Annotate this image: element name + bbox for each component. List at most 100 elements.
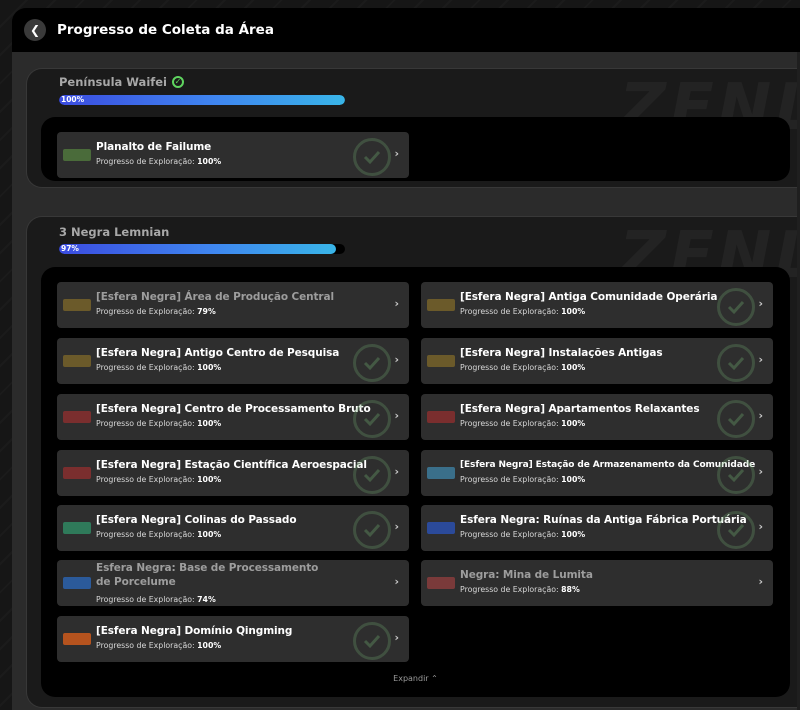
area-card[interactable]: [Esfera Negra] Estação Científica Aeroes…	[57, 450, 409, 496]
exploration-progress: Progresso de Exploração: 100%	[460, 419, 585, 428]
exploration-progress: Progresso de Exploração: 100%	[96, 641, 221, 650]
expand-button[interactable]: Expandir ⌃	[41, 674, 790, 683]
exploration-value: 100%	[197, 419, 222, 428]
exploration-value: 88%	[561, 585, 580, 594]
exploration-progress: Progresso de Exploração: 100%	[96, 475, 221, 484]
region-name: Península Waifei	[59, 75, 168, 89]
chevron-right-icon: ›	[394, 575, 399, 588]
area-thumbnail	[427, 577, 455, 589]
area-title: [Esfera Negra] Estação Científica Aeroes…	[96, 459, 367, 471]
back-button[interactable]: ❮	[24, 19, 46, 41]
exploration-value: 100%	[197, 530, 222, 539]
complete-check-icon	[717, 344, 755, 382]
exploration-value: 100%	[561, 530, 586, 539]
exploration-value: 100%	[561, 419, 586, 428]
page-title: Progresso de Coleta da Área	[57, 22, 274, 38]
area-card[interactable]: [Esfera Negra] Instalações Antigas Progre…	[421, 338, 773, 384]
area-title: [Esfera Negra] Apartamentos Relaxantes	[460, 403, 700, 415]
area-card[interactable]: [Esfera Negra] Apartamentos Relaxantes Pr…	[421, 394, 773, 440]
area-card[interactable]: Negra: Mina de Lumita Progresso de Explor…	[421, 560, 773, 606]
area-card[interactable]: [Esfera Negra] Domínio Qingming Progresso…	[57, 616, 409, 662]
area-card[interactable]: [Esfera Negra] Antigo Centro de Pesquisa…	[57, 338, 409, 384]
complete-check-icon	[353, 622, 391, 660]
complete-check-icon	[717, 400, 755, 438]
region-progress-fill	[59, 244, 337, 254]
chevron-right-icon: ›	[394, 409, 399, 422]
complete-check-icon	[353, 511, 391, 549]
area-card[interactable]: Planalto de Failume Progresso de Exploraç…	[57, 132, 409, 178]
chevron-right-icon: ›	[394, 631, 399, 644]
area-title: Negra: Mina de Lumita	[460, 569, 593, 581]
area-title: [Esfera Negra] Instalações Antigas	[460, 347, 663, 359]
top-bar: ❮ Progresso de Coleta da Área	[12, 8, 800, 52]
exploration-progress: Progresso de Exploração: 100%	[460, 530, 585, 539]
area-title: [Esfera Negra] Domínio Qingming	[96, 625, 293, 637]
area-list: [Esfera Negra] Área de Produção Central P…	[41, 267, 790, 697]
exploration-label: Progresso de Exploração:	[460, 363, 559, 372]
chevron-right-icon: ›	[394, 353, 399, 366]
exploration-label: Progresso de Exploração:	[96, 475, 195, 484]
exploration-progress: Progresso de Exploração: 100%	[96, 363, 221, 372]
exploration-value: 100%	[561, 307, 586, 316]
area-card[interactable]: Esfera Negra: Base de Processamento de P…	[57, 560, 409, 606]
exploration-label: Progresso de Exploração:	[460, 419, 559, 428]
area-title: [Esfera Negra] Colinas do Passado	[96, 514, 297, 526]
area-thumbnail	[427, 522, 455, 534]
region-progress-label: 100%	[61, 95, 85, 104]
exploration-label: Progresso de Exploração:	[460, 585, 559, 594]
exploration-label: Progresso de Exploração:	[460, 530, 559, 539]
complete-check-icon	[353, 456, 391, 494]
exploration-progress: Progresso de Exploração: 100%	[460, 307, 585, 316]
exploration-progress: Progresso de Exploração: 100%	[96, 157, 221, 166]
completed-check-icon: ✓	[172, 76, 185, 88]
content-panel: ZENL Península Waifei ✓ 100% Planalto de…	[12, 52, 800, 710]
chevron-right-icon: ›	[758, 297, 763, 310]
region-name: 3 Negra Lemnian	[59, 225, 170, 239]
chevron-right-icon: ›	[758, 575, 763, 588]
area-thumbnail	[63, 149, 91, 161]
exploration-value: 100%	[197, 363, 222, 372]
exploration-progress: Progresso de Exploração: 100%	[96, 419, 221, 428]
area-card[interactable]: Esfera Negra: Ruínas da Antiga Fábrica P…	[421, 505, 773, 551]
complete-check-icon	[353, 138, 391, 176]
area-card[interactable]: [Esfera Negra] Centro de Processamento B…	[57, 394, 409, 440]
chevron-right-icon: ›	[758, 409, 763, 422]
region-header: 3 Negra Lemnian	[59, 225, 169, 239]
area-thumbnail	[63, 411, 91, 423]
area-title: Esfera Negra: Base de Processamento de P…	[96, 562, 319, 588]
area-card[interactable]: [Esfera Negra] Colinas do Passado Progres…	[57, 505, 409, 551]
area-thumbnail	[63, 467, 91, 479]
area-thumbnail	[63, 299, 91, 311]
area-card[interactable]: [Esfera Negra] Antiga Comunidade Operári…	[421, 282, 773, 328]
expand-label: Expandir	[393, 674, 429, 683]
exploration-label: Progresso de Exploração:	[96, 363, 195, 372]
chevron-right-icon: ›	[758, 520, 763, 533]
chevron-up-icon: ⌃	[431, 674, 438, 683]
region-section-waifei: ZENL Península Waifei ✓ 100% Planalto de…	[26, 68, 800, 188]
area-thumbnail	[63, 522, 91, 534]
area-title: [Esfera Negra] Antigo Centro de Pesquisa	[96, 347, 340, 359]
area-title: [Esfera Negra] Centro de Processamento B…	[96, 403, 371, 415]
exploration-value: 100%	[561, 475, 586, 484]
chevron-right-icon: ›	[394, 147, 399, 160]
area-list: Planalto de Failume Progresso de Exploraç…	[41, 117, 790, 181]
area-card[interactable]: [Esfera Negra] Área de Produção Central P…	[57, 282, 409, 328]
region-progress-bar: 100%	[59, 95, 345, 105]
exploration-label: Progresso de Exploração:	[96, 530, 195, 539]
exploration-label: Progresso de Exploração:	[460, 307, 559, 316]
chevron-right-icon: ›	[394, 297, 399, 310]
complete-check-icon	[717, 456, 755, 494]
exploration-label: Progresso de Exploração:	[96, 307, 195, 316]
area-thumbnail	[63, 633, 91, 645]
exploration-label: Progresso de Exploração:	[96, 595, 195, 604]
region-header: Península Waifei ✓	[59, 75, 185, 89]
area-title: [Esfera Negra] Estação de Armazenamento …	[460, 460, 756, 470]
complete-check-icon	[353, 344, 391, 382]
chevron-right-icon: ›	[394, 520, 399, 533]
area-card[interactable]: [Esfera Negra] Estação de Armazenamento …	[421, 450, 773, 496]
region-progress-fill	[59, 95, 345, 105]
exploration-value: 100%	[561, 363, 586, 372]
exploration-progress: Progresso de Exploração: 100%	[96, 530, 221, 539]
exploration-label: Progresso de Exploração:	[96, 419, 195, 428]
exploration-value: 74%	[197, 595, 216, 604]
